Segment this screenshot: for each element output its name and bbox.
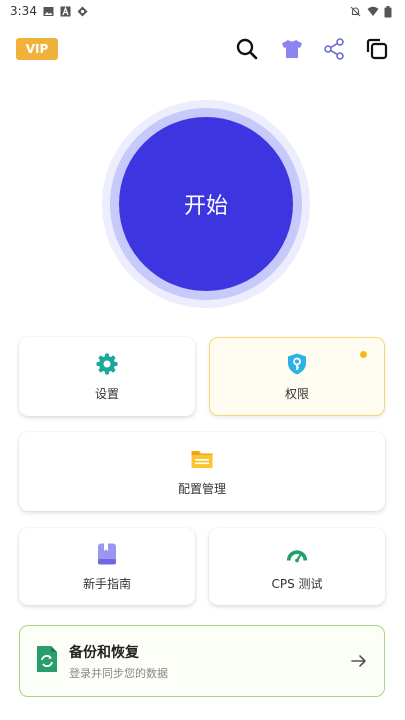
shield-key-icon bbox=[285, 352, 309, 376]
status-time: 3:34 bbox=[10, 4, 37, 18]
share-icon[interactable] bbox=[321, 36, 347, 62]
config-card[interactable]: 配置管理 bbox=[19, 432, 385, 511]
wifi-icon bbox=[367, 6, 379, 17]
settings-label: 设置 bbox=[94, 386, 119, 401]
guide-card[interactable]: 新手指南 bbox=[19, 528, 195, 605]
guide-label: 新手指南 bbox=[82, 576, 131, 591]
status-bar: 3:34 bbox=[0, 0, 405, 22]
backup-title: 备份和恢复 bbox=[69, 644, 139, 661]
backup-sync-icon bbox=[36, 645, 58, 677]
gear-icon bbox=[95, 352, 119, 376]
backup-restore-card[interactable]: 备份和恢复 登录并同步您的数据 bbox=[19, 625, 385, 697]
notification-dot bbox=[360, 351, 367, 358]
a-box-icon bbox=[60, 5, 71, 17]
permissions-label: 权限 bbox=[284, 386, 309, 401]
settings-card[interactable]: 设置 bbox=[19, 337, 195, 416]
book-icon bbox=[95, 542, 119, 566]
config-label: 配置管理 bbox=[177, 481, 226, 496]
folder-icon bbox=[190, 447, 214, 471]
permissions-card[interactable]: 权限 bbox=[209, 337, 385, 416]
gauge-icon bbox=[285, 542, 309, 566]
cps-test-card[interactable]: CPS 测试 bbox=[209, 528, 385, 605]
copy-icon[interactable] bbox=[364, 36, 390, 62]
start-button-area: 开始 bbox=[102, 100, 310, 308]
vip-button[interactable]: VIP bbox=[16, 38, 58, 60]
cps-test-label: CPS 测试 bbox=[271, 576, 323, 591]
tshirt-icon[interactable] bbox=[279, 36, 305, 62]
top-bar: VIP bbox=[0, 30, 405, 70]
location-diamond-icon bbox=[77, 6, 88, 17]
start-button[interactable]: 开始 bbox=[119, 117, 293, 291]
start-button-label: 开始 bbox=[183, 194, 228, 219]
battery-icon bbox=[384, 5, 395, 17]
backup-subtitle: 登录并同步您的数据 bbox=[69, 666, 168, 680]
bell-off-icon bbox=[350, 6, 361, 17]
search-icon[interactable] bbox=[234, 36, 260, 62]
image-icon bbox=[43, 6, 54, 17]
arrow-right-icon[interactable] bbox=[350, 652, 368, 670]
